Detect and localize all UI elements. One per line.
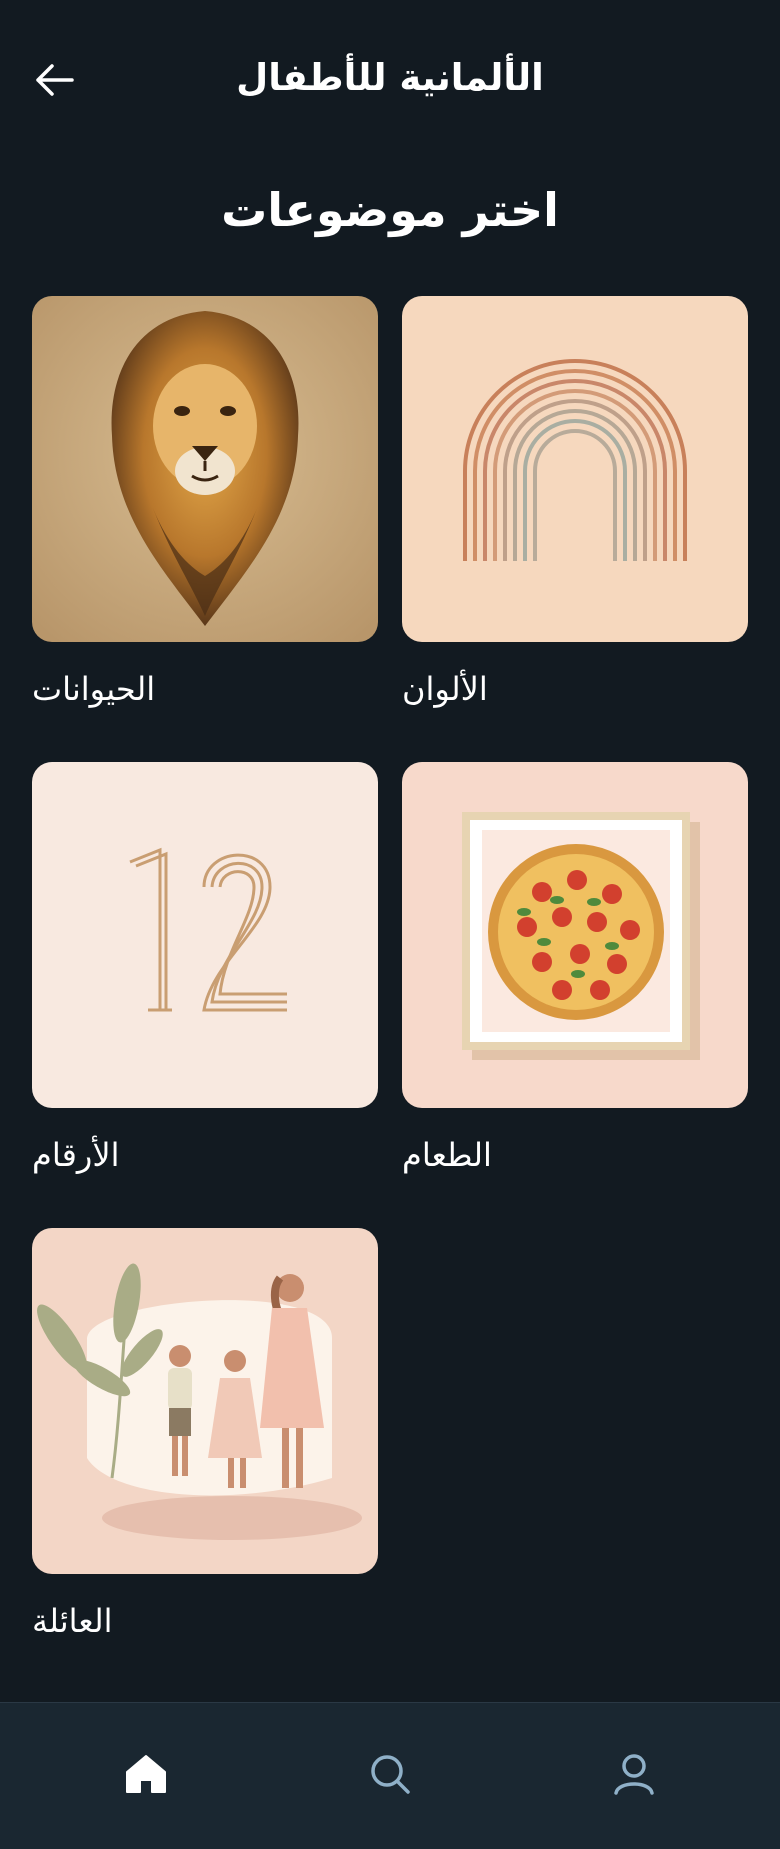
- family-illustration: [32, 1228, 378, 1574]
- home-icon: [126, 1755, 166, 1793]
- pizza-illustration: [402, 762, 748, 1108]
- topic-label: الألوان: [402, 670, 488, 708]
- topic-label: الحيوانات: [32, 670, 156, 708]
- search-icon: [371, 1755, 410, 1794]
- topic-label: الطعام: [402, 1136, 492, 1174]
- lion-illustration: [32, 296, 378, 642]
- topic-card-animals[interactable]: الحيوانات: [32, 296, 378, 708]
- topic-card-numbers[interactable]: الأرقام: [32, 762, 378, 1174]
- nav-home-button[interactable]: [101, 1729, 191, 1819]
- nav-search-button[interactable]: [345, 1729, 435, 1819]
- topic-label: الأرقام: [32, 1136, 120, 1174]
- profile-icon: [614, 1754, 654, 1795]
- topic-card-food[interactable]: الطعام: [402, 762, 748, 1174]
- number-12-illustration: [32, 762, 378, 1108]
- topic-card-colors[interactable]: الألوان: [402, 296, 748, 708]
- app-title: الألمانية للأطفال: [236, 56, 544, 99]
- bottom-navigation: [0, 1702, 780, 1849]
- page-title: اختر موضوعات: [221, 183, 559, 237]
- topic-label: العائلة: [32, 1602, 113, 1640]
- rainbow-illustration: [402, 296, 748, 642]
- top-app-bar: الألمانية للأطفال: [0, 0, 780, 160]
- topic-card-family[interactable]: العائلة: [32, 1228, 378, 1640]
- nav-profile-button[interactable]: [589, 1729, 679, 1819]
